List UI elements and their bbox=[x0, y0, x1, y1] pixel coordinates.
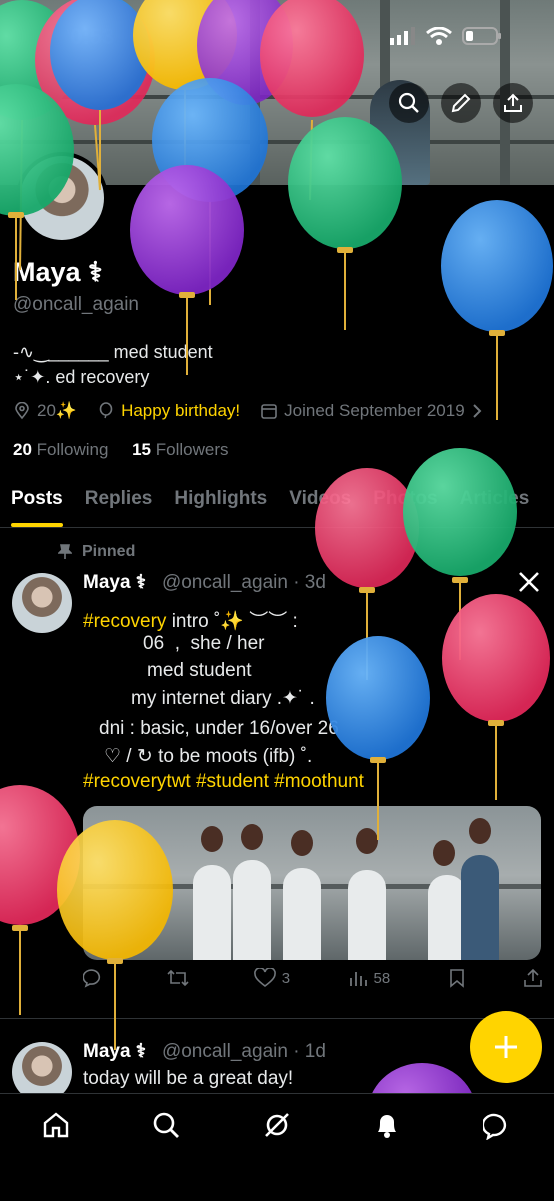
tweet-line-2: 06 , she / her bbox=[143, 633, 265, 654]
views-button[interactable]: 58 bbox=[348, 968, 391, 988]
focus-star-icon bbox=[129, 29, 147, 47]
hashtag-recovery[interactable]: #recovery bbox=[83, 611, 166, 632]
edit-icon bbox=[451, 93, 471, 113]
tweet-line-6: ♡ / ↻ to be moots (ifb) ˚. bbox=[104, 746, 313, 767]
edit-button[interactable] bbox=[441, 83, 481, 123]
plus-icon bbox=[495, 1036, 517, 1058]
calendar-icon bbox=[261, 404, 277, 419]
joined-date: Joined September 2019 bbox=[284, 401, 465, 420]
follow-stats: 20 Following 15 Followers bbox=[13, 440, 229, 460]
tweet-author-name[interactable]: Maya ⚕ bbox=[83, 1041, 146, 1062]
search-icon bbox=[398, 92, 419, 113]
profile-tabs: Posts Replies Highlights Videos Photos A… bbox=[0, 470, 554, 528]
tab-replies[interactable]: Replies bbox=[74, 470, 164, 527]
search-icon[interactable] bbox=[151, 1110, 181, 1140]
profile-name: Maya ⚕ bbox=[13, 257, 103, 287]
compose-button[interactable] bbox=[470, 1011, 542, 1083]
battery-icon bbox=[462, 27, 501, 45]
pinned-indicator: Pinned bbox=[58, 543, 135, 561]
tweet-header: Maya ⚕ @oncall_again · 1d bbox=[83, 1040, 326, 1063]
balloon bbox=[0, 785, 80, 1015]
balloon-icon bbox=[99, 402, 113, 419]
tweet-header: Maya ⚕ @oncall_again · 3d bbox=[83, 571, 326, 594]
like-button[interactable]: 3 bbox=[253, 968, 291, 988]
bio-line-1: -∿‿______ med student bbox=[13, 342, 213, 362]
share-button[interactable] bbox=[493, 83, 533, 123]
tweet-line-1: #recovery intro ˚✨ ︶︶ : bbox=[83, 611, 298, 632]
pin-icon bbox=[58, 544, 72, 559]
tweet-avatar[interactable] bbox=[12, 573, 72, 633]
tweet-author-name[interactable]: Maya ⚕ bbox=[83, 572, 146, 593]
tweet-line-3: med student bbox=[147, 660, 252, 681]
heart-icon bbox=[253, 968, 276, 988]
following-link[interactable]: 20 Following bbox=[13, 440, 108, 459]
retweet-button[interactable] bbox=[166, 968, 196, 988]
tweet-media-image[interactable] bbox=[83, 806, 541, 960]
share-icon bbox=[504, 93, 522, 112]
profile-location: 20✨ bbox=[37, 401, 78, 420]
bookmark-icon bbox=[449, 969, 464, 988]
profile-handle: @oncall_again bbox=[13, 294, 139, 315]
tweet-author-handle[interactable]: @oncall_again · 3d bbox=[162, 572, 326, 593]
tweet-share-button[interactable] bbox=[523, 968, 543, 988]
profile-bio: -∿‿______ med student ⋆˙✦. ed recovery bbox=[13, 340, 213, 390]
location-icon bbox=[15, 402, 29, 420]
balloon bbox=[442, 594, 550, 800]
tab-highlights[interactable]: Highlights bbox=[163, 470, 278, 527]
share-icon bbox=[524, 968, 542, 987]
tweet-text: today will be a great day! bbox=[83, 1068, 294, 1089]
bottom-navigation bbox=[0, 1093, 554, 1201]
tab-videos[interactable]: Videos bbox=[278, 470, 362, 527]
reply-icon bbox=[83, 969, 101, 988]
messages-icon[interactable] bbox=[483, 1110, 513, 1140]
followers-link[interactable]: 15 Followers bbox=[132, 440, 228, 459]
home-icon[interactable] bbox=[41, 1110, 71, 1140]
bookmark-button[interactable] bbox=[448, 968, 466, 988]
tab-posts[interactable]: Posts bbox=[0, 470, 74, 527]
views-icon bbox=[349, 972, 367, 986]
tweet-author-handle[interactable]: @oncall_again · 1d bbox=[162, 1041, 326, 1062]
profile-meta: 20✨ Happy birthday! Joined September 201… bbox=[13, 401, 483, 421]
tweet-divider bbox=[0, 1018, 554, 1019]
bell-icon[interactable] bbox=[372, 1110, 402, 1140]
chevron-right-icon[interactable] bbox=[471, 403, 483, 419]
search-button[interactable] bbox=[389, 83, 429, 123]
reply-button[interactable] bbox=[83, 968, 109, 988]
status-icons bbox=[390, 26, 502, 46]
balloon bbox=[441, 200, 553, 420]
like-count: 3 bbox=[281, 969, 291, 987]
bio-line-2: ⋆˙✦. ed recovery bbox=[13, 367, 150, 387]
tab-articles[interactable]: Articles bbox=[449, 470, 541, 527]
tweet-actions: 3 58 bbox=[83, 968, 543, 988]
wifi-icon bbox=[426, 27, 452, 45]
x-logo-icon bbox=[519, 572, 539, 592]
status-time: 20:53 bbox=[58, 24, 115, 49]
tweet-line-5: dni : basic, under 16/over 26 bbox=[99, 718, 339, 739]
grok-icon[interactable] bbox=[262, 1110, 292, 1140]
tweet-hashtags[interactable]: #recoverytwt #student #moothunt bbox=[83, 771, 364, 793]
view-count: 58 bbox=[373, 969, 391, 987]
tab-photos[interactable]: Photos bbox=[362, 470, 448, 527]
tweet-line-4: my internet diary .✦˙ . bbox=[131, 688, 315, 709]
retweet-icon bbox=[167, 969, 189, 987]
birthday-link[interactable]: Happy birthday! bbox=[121, 401, 240, 421]
profile-avatar[interactable] bbox=[16, 152, 108, 244]
signal-icon bbox=[390, 27, 415, 45]
